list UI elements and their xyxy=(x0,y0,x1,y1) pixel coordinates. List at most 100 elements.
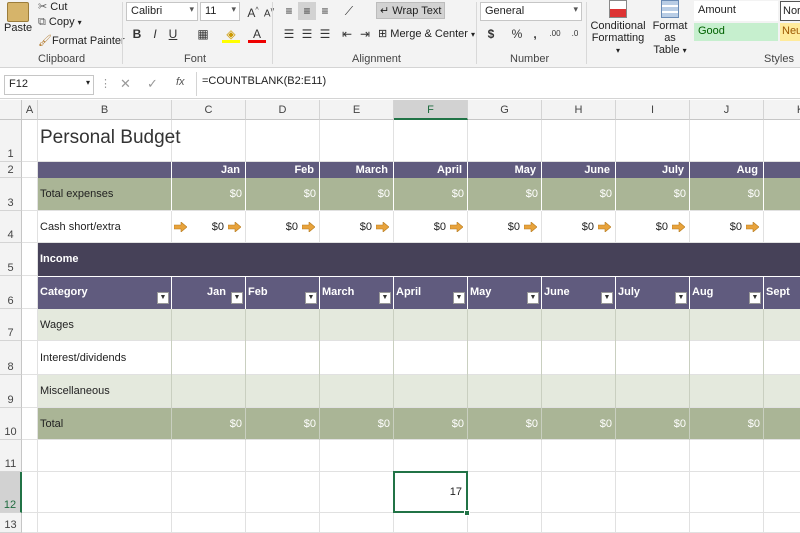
align-left-icon[interactable]: ☰ xyxy=(280,25,298,43)
worksheet-grid[interactable]: ABCDEFGHIJK12345678910111213Personal Bud… xyxy=(0,100,800,533)
total-expenses-value[interactable]: $0 xyxy=(616,178,686,211)
decrease-indent-icon[interactable]: ⇤ xyxy=(338,25,356,43)
align-bottom-icon[interactable]: ≡ xyxy=(316,2,334,20)
formula-input[interactable]: =COUNTBLANK(B2:E11) xyxy=(202,75,326,87)
format-as-table-button[interactable]: Format as Table ▾ xyxy=(648,0,692,56)
align-center-icon[interactable]: ☰ xyxy=(298,25,316,43)
italic-icon[interactable]: I xyxy=(146,25,164,43)
row-header-6[interactable]: 6 xyxy=(0,276,22,309)
cash-value[interactable]: $0 xyxy=(394,211,446,243)
sheet-title[interactable]: Personal Budget xyxy=(40,120,340,160)
total-value[interactable]: $0 xyxy=(246,408,316,440)
column-header-d[interactable]: D xyxy=(246,100,320,120)
month-header[interactable]: Se xyxy=(764,162,800,178)
row-header-1[interactable]: 1 xyxy=(0,120,22,162)
column-header-j[interactable]: J xyxy=(690,100,764,120)
cash-value[interactable]: $0 xyxy=(690,211,742,243)
column-header-b[interactable]: B xyxy=(38,100,172,120)
total-label[interactable]: Total xyxy=(40,408,170,440)
month-column-header[interactable]: March xyxy=(322,276,376,309)
total-expenses-value[interactable]: $0 xyxy=(172,178,242,211)
font-color-icon[interactable]: A xyxy=(248,25,266,43)
increase-indent-icon[interactable]: ⇥ xyxy=(356,25,374,43)
total-value[interactable]: $0 xyxy=(468,408,538,440)
column-header-a[interactable]: A xyxy=(22,100,38,120)
column-header-i[interactable]: I xyxy=(616,100,690,120)
row-header-12[interactable]: 12 xyxy=(0,472,22,513)
cash-label[interactable]: Cash short/extra xyxy=(40,211,170,243)
font-size-select[interactable]: 11 ▾ xyxy=(200,2,240,21)
cash-value[interactable]: $0 xyxy=(172,211,224,243)
row-header-3[interactable]: 3 xyxy=(0,178,22,211)
selected-cell-value[interactable]: 17 xyxy=(394,472,462,513)
column-header-e[interactable]: E xyxy=(320,100,394,120)
number-format-select[interactable]: General ▾ xyxy=(480,2,582,21)
style-good[interactable]: Good xyxy=(694,23,778,41)
orientation-icon[interactable]: ⟋ xyxy=(340,2,358,20)
month-header[interactable]: June xyxy=(542,162,612,178)
total-expenses-label[interactable]: Total expenses xyxy=(40,178,170,211)
row-header-5[interactable]: 5 xyxy=(0,243,22,276)
insert-function-icon[interactable]: fx xyxy=(176,76,185,88)
name-box[interactable]: F12 ▾ xyxy=(4,75,94,95)
month-header[interactable]: Jan xyxy=(172,162,242,178)
copy-button[interactable]: ⧉ Copy ▾ xyxy=(38,16,82,29)
total-expenses-value[interactable]: $0 xyxy=(246,178,316,211)
income-label[interactable]: Income xyxy=(40,243,240,276)
increase-decimal-icon[interactable]: .00 xyxy=(546,25,564,43)
filter-dropdown-icon[interactable]: ▼ xyxy=(749,292,761,304)
cash-value[interactable]: $0 xyxy=(320,211,372,243)
filter-dropdown-icon[interactable]: ▼ xyxy=(305,292,317,304)
cash-value[interactable]: $0 xyxy=(542,211,594,243)
total-expenses-value[interactable]: $0 xyxy=(468,178,538,211)
column-header-c[interactable]: C xyxy=(172,100,246,120)
filter-dropdown-icon[interactable]: ▼ xyxy=(379,292,391,304)
enter-icon[interactable]: ✓ xyxy=(147,76,158,92)
decrease-font-icon[interactable]: Av xyxy=(260,2,278,20)
total-expenses-value[interactable]: $0 xyxy=(320,178,390,211)
month-header[interactable]: March xyxy=(320,162,390,178)
cut-button[interactable]: ✂ Cut xyxy=(38,0,67,13)
month-column-header[interactable]: Jan xyxy=(172,276,226,309)
filter-dropdown-icon[interactable]: ▼ xyxy=(231,292,243,304)
underline-icon[interactable]: U xyxy=(164,25,182,43)
align-middle-icon[interactable]: ≡ xyxy=(298,2,316,20)
cancel-icon[interactable]: ✕ xyxy=(120,76,131,92)
cash-value[interactable]: $0 xyxy=(468,211,520,243)
row-header-2[interactable]: 2 xyxy=(0,162,22,178)
total-value[interactable]: $0 xyxy=(394,408,464,440)
decrease-decimal-icon[interactable]: .0 xyxy=(566,25,584,43)
style-normal[interactable]: Nor xyxy=(780,1,800,21)
borders-icon[interactable]: ▦ xyxy=(194,25,212,43)
category-header[interactable]: Category xyxy=(40,276,150,309)
cash-value[interactable]: $0 xyxy=(616,211,668,243)
select-all-corner[interactable] xyxy=(0,100,22,120)
month-column-header[interactable]: May xyxy=(470,276,524,309)
row-header-10[interactable]: 10 xyxy=(0,408,22,440)
total-expenses-value[interactable]: $0 xyxy=(394,178,464,211)
merge-center-button[interactable]: ⊞ Merge & Center ▾ xyxy=(378,27,475,40)
month-column-header[interactable]: June xyxy=(544,276,598,309)
comma-icon[interactable]: , xyxy=(526,25,544,43)
month-header[interactable]: July xyxy=(616,162,686,178)
total-expenses-value[interactable]: $0 xyxy=(690,178,760,211)
total-value[interactable]: $0 xyxy=(542,408,612,440)
month-header[interactable]: Feb xyxy=(246,162,316,178)
total-value[interactable]: $0 xyxy=(320,408,390,440)
month-header[interactable]: May xyxy=(468,162,538,178)
row-header-11[interactable]: 11 xyxy=(0,440,22,472)
row-header-4[interactable]: 4 xyxy=(0,211,22,243)
total-value[interactable]: $0 xyxy=(616,408,686,440)
month-column-header[interactable]: April xyxy=(396,276,450,309)
month-column-header[interactable]: Sept xyxy=(766,276,800,309)
total-expenses-value[interactable]: $0 xyxy=(542,178,612,211)
row-header-9[interactable]: 9 xyxy=(0,375,22,408)
align-top-icon[interactable]: ≡ xyxy=(280,2,298,20)
format-painter-button[interactable]: 🖌Format Painter xyxy=(38,34,125,47)
fill-color-icon[interactable]: ◈ xyxy=(222,25,240,43)
income-row-label[interactable]: Miscellaneous xyxy=(40,375,170,408)
column-header-h[interactable]: H xyxy=(542,100,616,120)
filter-dropdown-icon[interactable]: ▼ xyxy=(157,292,169,304)
column-header-g[interactable]: G xyxy=(468,100,542,120)
row-header-7[interactable]: 7 xyxy=(0,309,22,341)
